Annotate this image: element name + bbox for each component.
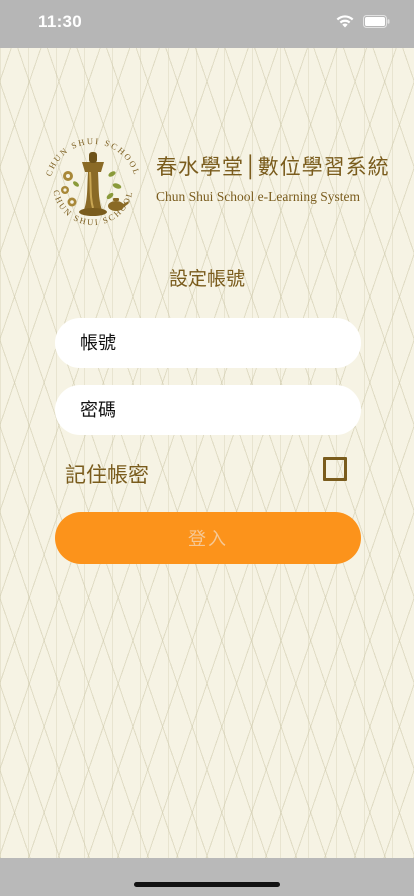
school-logo: CHUN SHUI SCHOOL CHUN SHUI SCHOOL	[38, 132, 148, 242]
login-button[interactable]: 登入	[55, 512, 361, 564]
status-time: 11:30	[38, 12, 83, 31]
username-input[interactable]	[55, 318, 361, 368]
login-screen: CHUN SHUI SCHOOL CHUN SHUI SCHOOL	[0, 48, 414, 858]
status-bar: 11:30	[0, 0, 414, 48]
password-input[interactable]	[55, 385, 361, 435]
mortar-pestle-icon	[79, 152, 107, 216]
brand-subtitle: Chun Shui School e-Learning System	[156, 189, 360, 204]
home-indicator[interactable]	[134, 882, 280, 887]
school-logo-emblem: CHUN SHUI SCHOOL CHUN SHUI SCHOOL	[43, 136, 140, 227]
remember-label: 記住帳密	[65, 463, 149, 487]
remember-checkbox[interactable]	[323, 457, 347, 481]
brand-title: 春水學堂│數位學習系統	[156, 155, 390, 179]
wifi-icon	[336, 15, 354, 28]
section-title: 設定帳號	[168, 268, 245, 290]
battery-icon	[363, 14, 390, 28]
home-bar	[0, 858, 414, 896]
status-icons	[335, 13, 390, 29]
